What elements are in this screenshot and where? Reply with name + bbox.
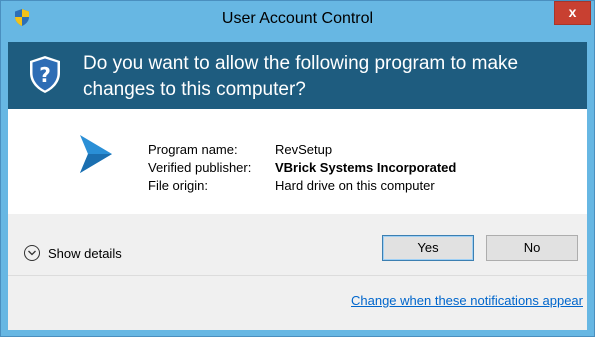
program-info-panel: Program name: RevSetup Verified publisher… bbox=[8, 109, 587, 214]
publisher-value: VBrick Systems Incorporated bbox=[275, 160, 457, 175]
file-origin-row: File origin: Hard drive on this computer bbox=[148, 177, 456, 195]
footer-divider bbox=[8, 275, 587, 276]
play-triangle-icon bbox=[80, 135, 112, 173]
program-name-label: Program name: bbox=[148, 142, 238, 157]
program-name-row: Program name: RevSetup bbox=[148, 141, 456, 159]
prompt-header: ? Do you want to allow the following pro… bbox=[8, 42, 587, 109]
yes-button[interactable]: Yes bbox=[382, 235, 474, 261]
title-bar[interactable]: User Account Control x bbox=[1, 1, 594, 35]
prompt-question: Do you want to allow the following progr… bbox=[83, 53, 519, 100]
close-button[interactable]: x bbox=[554, 1, 591, 25]
shield-question-icon: ? bbox=[30, 56, 60, 93]
publisher-label: Verified publisher: bbox=[148, 160, 252, 175]
program-details: Program name: RevSetup Verified publisher… bbox=[148, 141, 456, 195]
no-button[interactable]: No bbox=[486, 235, 578, 261]
change-notifications-link[interactable]: Change when these notifications appear bbox=[351, 293, 583, 308]
show-details-toggle[interactable]: Show details bbox=[24, 241, 122, 265]
svg-text:?: ? bbox=[39, 63, 51, 87]
file-origin-label: File origin: bbox=[148, 178, 208, 193]
dialog-footer: Show details Yes No Change when these no… bbox=[8, 214, 587, 330]
program-name-value: RevSetup bbox=[275, 142, 333, 157]
show-details-label: Show details bbox=[48, 245, 122, 261]
uac-dialog: User Account Control x ? Do you want to … bbox=[0, 0, 595, 337]
chevron-down-icon bbox=[24, 245, 40, 261]
publisher-row: Verified publisher: VBrick Systems Incorp… bbox=[148, 159, 456, 177]
window-title: User Account Control bbox=[221, 10, 374, 27]
file-origin-value: Hard drive on this computer bbox=[275, 178, 435, 193]
